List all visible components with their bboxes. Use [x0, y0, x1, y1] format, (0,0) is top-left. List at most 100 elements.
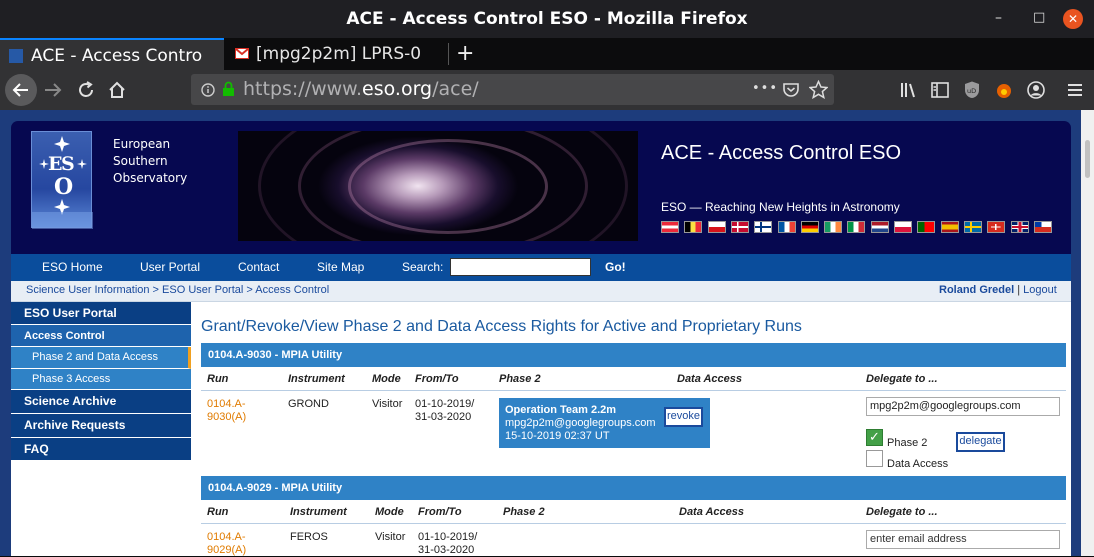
flag-dk-icon[interactable] [730, 221, 749, 233]
svg-text:uD: uD [967, 87, 976, 95]
col-from-to: From/To [418, 506, 462, 518]
page-title: Grant/Revoke/View Phase 2 and Data Acces… [201, 318, 802, 335]
sidebar-eso-user-portal[interactable]: ESO User Portal [11, 302, 191, 325]
menu-site-map[interactable]: Site Map [317, 254, 364, 281]
sidebar-access-control[interactable]: Access Control [11, 325, 191, 347]
sidebar-phase3-access[interactable]: Phase 3 Access [11, 369, 191, 390]
data-access-checkbox-label: Data Access [887, 458, 949, 470]
tab-label: ACE - Access Contro [31, 46, 203, 66]
flag-cz-icon[interactable] [707, 221, 726, 233]
logout-link[interactable]: Logout [1023, 284, 1057, 296]
eso-logo-icon: E S O [32, 136, 93, 229]
tab-divider [448, 43, 449, 65]
scrollbar-thumb[interactable] [1085, 140, 1090, 178]
col-mode: Mode [375, 506, 404, 518]
forward-arrow-icon[interactable] [42, 80, 64, 100]
tab-gmail[interactable]: [mpg2p2m] LPRS-0 [226, 38, 448, 70]
date-range: 01-10-2019/31-03-2020 [418, 531, 478, 556]
info-icon[interactable] [201, 83, 215, 97]
delegate-email-input[interactable]: enter email address [866, 530, 1060, 549]
delegate-button[interactable]: delegate [956, 432, 1005, 452]
phase2-checkbox[interactable]: ✓ [866, 429, 883, 446]
col-run: Run [207, 373, 229, 385]
window-titlebar: ACE - Access Control ESO - Mozilla Firef… [0, 0, 1094, 38]
galaxy-banner-image [238, 131, 638, 241]
new-tab-button[interactable]: + [456, 38, 474, 70]
menu-contact[interactable]: Contact [238, 254, 279, 281]
revoke-button[interactable]: revoke [664, 407, 703, 427]
col-phase2: Phase 2 [503, 506, 545, 518]
pocket-icon[interactable] [782, 81, 800, 99]
library-icon[interactable] [899, 81, 919, 99]
svg-text:O: O [54, 174, 73, 200]
menu-user-portal[interactable]: User Portal [140, 254, 200, 281]
flag-se-icon[interactable] [963, 221, 982, 233]
maximize-button[interactable]: □ [1033, 0, 1045, 38]
menu-eso-home[interactable]: ESO Home [42, 254, 103, 281]
sidebar-phase2-data-access[interactable]: Phase 2 and Data Access [11, 347, 191, 369]
breadcrumb[interactable]: Science User Information > ESO User Port… [26, 284, 329, 296]
tab-label: [mpg2p2m] LPRS-0 [256, 44, 422, 64]
sidebar-faq[interactable]: FAQ [11, 438, 191, 461]
gmail-icon [235, 48, 249, 59]
run-link[interactable]: 0104.A- 9030(A) [207, 398, 246, 424]
minimize-button[interactable]: – [995, 0, 1002, 38]
back-button[interactable] [5, 74, 37, 106]
flag-es-icon[interactable] [940, 221, 959, 233]
run-link[interactable]: 0104.A- 9029(A) [207, 531, 246, 557]
user-name[interactable]: Roland Gredel [939, 284, 1014, 296]
col-delegate: Delegate to ... [866, 506, 938, 518]
search-label: Search: [402, 260, 444, 274]
sidebar-archive-requests[interactable]: Archive Requests [11, 414, 191, 438]
mode-value: Visitor [372, 398, 403, 410]
flag-pl-icon[interactable] [894, 221, 912, 233]
close-window-button[interactable]: ✕ [1063, 9, 1083, 29]
tab-ace[interactable]: ACE - Access Contro [0, 38, 224, 70]
op-grant-date: 15-10-2019 02:37 UT [505, 430, 610, 442]
instrument-value: GROND [288, 398, 329, 410]
url-text: https://www.eso.org/ace/ [243, 78, 479, 100]
eso-logo[interactable]: E S O [31, 131, 93, 229]
flag-it-icon[interactable] [847, 221, 866, 233]
flag-be-icon[interactable] [684, 221, 703, 233]
flag-fr-icon[interactable] [777, 221, 796, 233]
flag-de-icon[interactable] [800, 221, 819, 233]
svg-text:S: S [61, 153, 75, 175]
project-header: 0104.A-9030 - MPIA Utility [201, 343, 1066, 367]
flag-ie-icon[interactable] [824, 221, 843, 233]
flag-ch-icon[interactable] [987, 221, 1006, 233]
mode-value: Visitor [375, 531, 406, 543]
data-access-checkbox[interactable] [866, 450, 883, 467]
search-input[interactable] [450, 258, 591, 276]
reload-icon[interactable] [76, 80, 96, 100]
flag-nl-icon[interactable] [870, 221, 889, 233]
home-icon[interactable] [107, 80, 127, 100]
project-header: 0104.A-9029 - MPIA Utility [201, 476, 1066, 500]
flag-cl-icon[interactable] [1033, 221, 1052, 233]
bookmark-star-icon[interactable] [809, 80, 828, 99]
ublock-icon[interactable]: uD [962, 80, 982, 100]
sidebar-science-archive[interactable]: Science Archive [11, 390, 191, 414]
col-delegate: Delegate to ... [866, 373, 938, 385]
col-run: Run [207, 506, 229, 518]
flag-at-icon[interactable] [661, 221, 679, 233]
delegate-email-input[interactable]: mpg2p2m@googlegroups.com [866, 397, 1060, 416]
search-go-button[interactable]: Go! [605, 254, 626, 281]
page-actions-icon[interactable]: ••• [752, 73, 778, 104]
url-bar[interactable]: https://www.eso.org/ace/ ••• [191, 74, 834, 105]
table-divider [201, 523, 1066, 524]
site-title: ACE - Access Control ESO [661, 142, 902, 164]
lock-icon [223, 81, 234, 96]
extension-fox-icon[interactable] [994, 80, 1014, 100]
back-arrow-icon [12, 83, 28, 97]
date-range: 01-10-2019/31-03-2020 [415, 398, 475, 423]
flag-pt-icon[interactable] [917, 221, 936, 233]
hamburger-menu-icon[interactable] [1066, 81, 1084, 99]
site-subtitle: ESO — Reaching New Heights in Astronomy [661, 200, 900, 214]
account-icon[interactable] [1026, 80, 1046, 100]
sidebar-toggle-icon[interactable] [930, 81, 950, 99]
flag-gb-icon[interactable] [1010, 221, 1029, 233]
flag-fi-icon[interactable] [754, 221, 773, 233]
phase2-checkbox-label: Phase 2 [887, 437, 928, 449]
instrument-value: FEROS [290, 531, 328, 543]
